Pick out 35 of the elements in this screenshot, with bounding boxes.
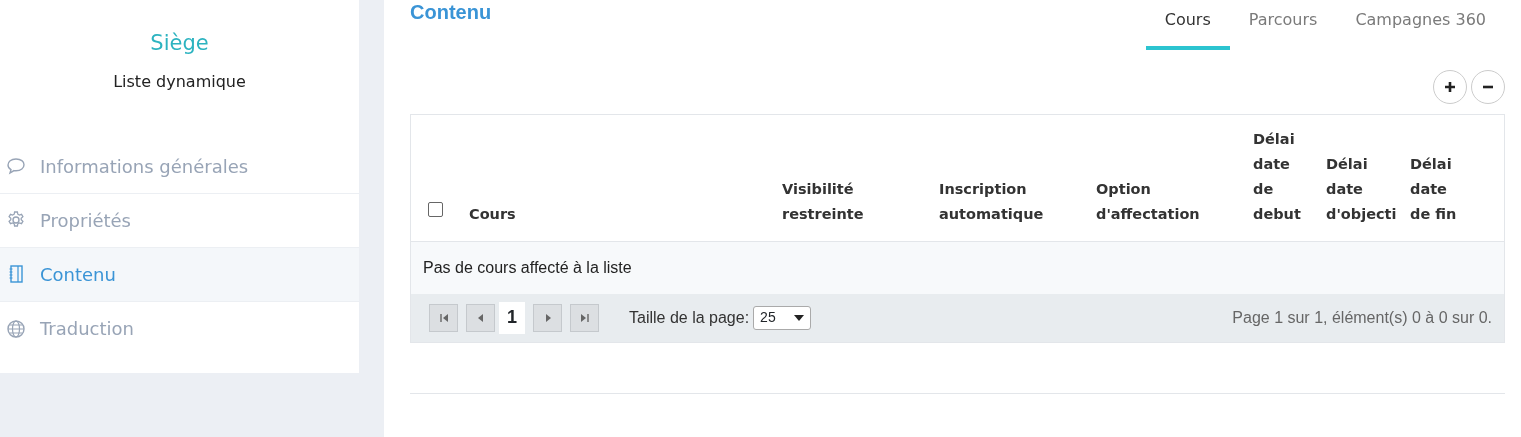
caret-icon — [793, 314, 804, 321]
column-header: Visibilité restreinte — [782, 180, 864, 222]
pager-summary: Page 1 sur 1, élément(s) 0 à 0 sur 0. — [1232, 307, 1492, 328]
skip-arrow-icon — [437, 311, 450, 324]
first-page-button[interactable] — [429, 303, 458, 332]
sidebar-item[interactable]: Traduction — [0, 301, 359, 356]
current-page: 1 — [499, 301, 525, 334]
tab[interactable]: Campagnes 360 — [1336, 0, 1505, 50]
empty-message: Pas de cours affecté à la liste — [411, 241, 1504, 294]
column-header: Inscription automatique — [939, 180, 1044, 222]
select-all-checkbox[interactable] — [428, 201, 443, 217]
column-header: Délai date de fin — [1410, 155, 1457, 222]
page-title: Contenu — [410, 0, 492, 24]
page-size-select[interactable]: 25 — [753, 305, 811, 330]
sidebar-item[interactable]: Propriétés — [0, 193, 359, 248]
sidebar-item[interactable]: Informations générales — [0, 139, 359, 194]
sidebar-title: Siège — [149, 30, 210, 57]
page-size-label: Taille de la page: — [629, 307, 750, 328]
globe-icon — [6, 318, 26, 339]
column-header: Délai date de debut — [1253, 130, 1301, 222]
skip-arrow-icon — [578, 311, 591, 324]
last-page-button[interactable] — [570, 303, 599, 332]
plus-icon — [1443, 80, 1457, 94]
tab[interactable]: Parcours — [1229, 0, 1337, 50]
column-header: Option d'affectation — [1096, 180, 1200, 222]
add-button[interactable] — [1433, 70, 1467, 104]
sidebar-item[interactable]: Contenu — [0, 247, 359, 302]
sidebar-subtitle: Liste dynamique — [112, 70, 247, 93]
chat-bubble-icon — [6, 156, 26, 176]
next-page-button[interactable] — [533, 303, 562, 332]
gear-icon — [6, 210, 26, 230]
column-header: Délai date d'objecti — [1326, 155, 1397, 222]
tab[interactable]: Cours — [1145, 0, 1230, 50]
column-header: Cours — [469, 205, 516, 222]
previous-page-button[interactable] — [466, 303, 495, 332]
